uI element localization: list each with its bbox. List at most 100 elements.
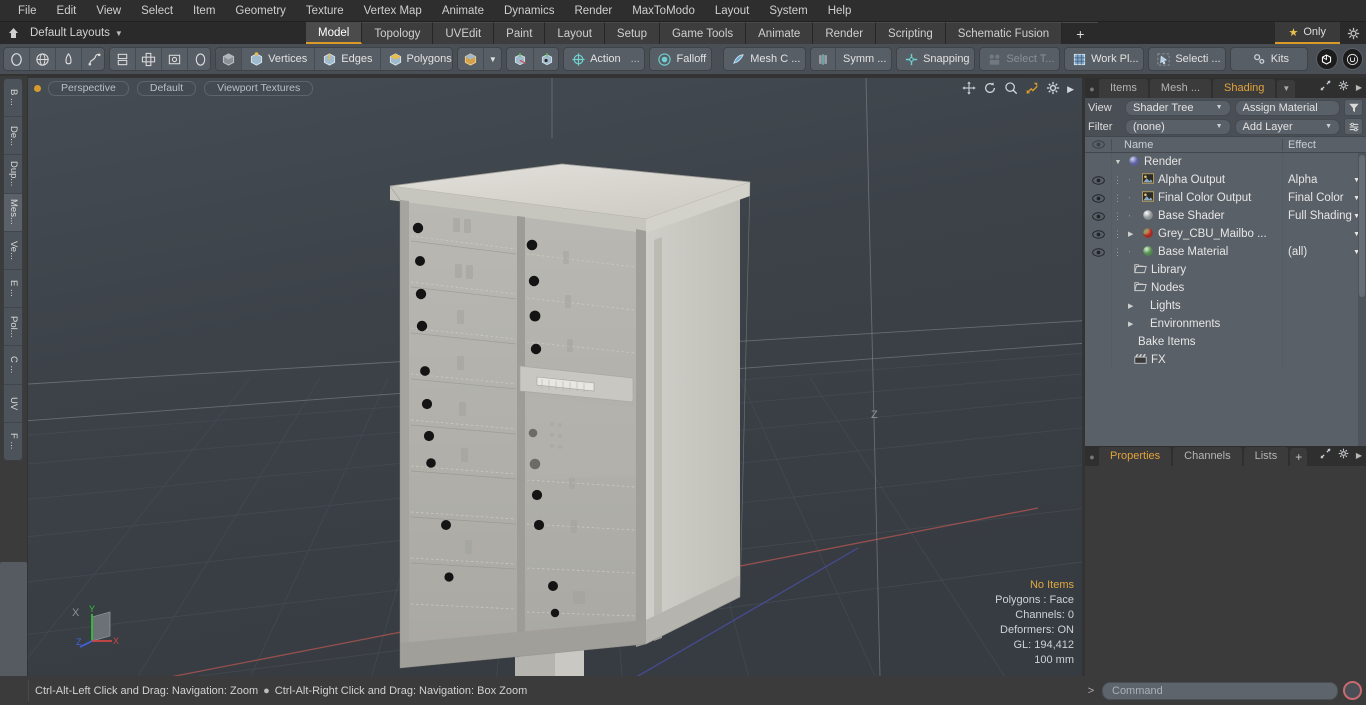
- panel-menu-icon[interactable]: ●: [1085, 80, 1099, 98]
- add-layer-dropdown[interactable]: Add Layer ▼: [1234, 118, 1340, 135]
- menu-item-animate[interactable]: Animate: [432, 1, 494, 21]
- menu-item-layout[interactable]: Layout: [705, 1, 760, 21]
- sidebar-item-curve[interactable]: C ...: [4, 346, 22, 385]
- menu-item-geometry[interactable]: Geometry: [225, 1, 296, 21]
- menu-item-edit[interactable]: Edit: [47, 1, 87, 21]
- chevron-right-icon[interactable]: ▶: [1356, 451, 1362, 460]
- menu-item-dynamics[interactable]: Dynamics: [494, 1, 564, 21]
- tree-row-effect[interactable]: (all) ▼: [1282, 243, 1366, 261]
- 3d-viewport[interactable]: Z X Perspective Default Viewport Texture…: [28, 78, 1082, 676]
- viewport-shading-dropdown[interactable]: Viewport Textures: [204, 80, 314, 96]
- expander-right-icon[interactable]: ▶: [1128, 320, 1138, 328]
- chevron-right-icon[interactable]: ▶: [1067, 84, 1074, 95]
- pen-icon[interactable]: [56, 48, 82, 70]
- tab-uvedit[interactable]: UVEdit: [433, 22, 495, 44]
- edges-mode-button[interactable]: Edges: [315, 48, 381, 70]
- select-through-button[interactable]: Select T...: [980, 48, 1059, 70]
- funnel-icon[interactable]: [1344, 99, 1363, 116]
- menu-item-view[interactable]: View: [86, 1, 131, 21]
- sidebar-item-vertex[interactable]: Ve...: [4, 232, 22, 271]
- menu-item-help[interactable]: Help: [818, 1, 862, 21]
- tab-layout[interactable]: Layout: [545, 22, 605, 44]
- expander-right-icon[interactable]: ▶: [1128, 230, 1138, 238]
- tab-animate[interactable]: Animate: [746, 22, 814, 44]
- add-tab-button[interactable]: +: [1062, 22, 1099, 44]
- visibility-toggle[interactable]: [1085, 247, 1111, 257]
- tab-items[interactable]: Items: [1099, 79, 1148, 98]
- curve-icon[interactable]: [82, 48, 104, 70]
- menu-item-system[interactable]: System: [759, 1, 817, 21]
- tree-row-render[interactable]: ▼ Render: [1085, 153, 1366, 171]
- sidebar-item-duplicate[interactable]: Dup...: [4, 155, 22, 194]
- tree-row-base-material[interactable]: ⋮ ‧ Base Material (all) ▼: [1085, 243, 1366, 261]
- sidebar-item-deform[interactable]: De...: [4, 117, 22, 156]
- home-icon[interactable]: [0, 22, 26, 44]
- visibility-toggle[interactable]: [1085, 193, 1111, 203]
- menu-item-file[interactable]: File: [8, 1, 47, 21]
- tree-row-alpha-output[interactable]: ⋮ ‧ Alpha Output Alpha ▼: [1085, 171, 1366, 189]
- shader-tree[interactable]: ▼ Render ⋮ ‧ Alpha Output Alpha ▼ ⋮ ‧ Fi…: [1085, 153, 1366, 479]
- sliders-icon[interactable]: [1344, 118, 1363, 135]
- menu-item-maxtomodo[interactable]: MaxToModo: [622, 1, 705, 21]
- tree-row-nodes[interactable]: Nodes: [1085, 279, 1366, 297]
- tab-shading[interactable]: Shading: [1213, 79, 1276, 98]
- sidebar-item-polygon[interactable]: Pol...: [4, 308, 22, 347]
- vertices-mode-button[interactable]: Vertices: [242, 48, 316, 70]
- chevron-down-icon[interactable]: ▼: [1277, 80, 1296, 98]
- record-icon[interactable]: [1343, 681, 1362, 700]
- selection-button[interactable]: Selecti ...: [1149, 48, 1225, 70]
- menu-item-vertex-map[interactable]: Vertex Map: [354, 1, 432, 21]
- only-toggle[interactable]: ★ Only: [1274, 22, 1340, 44]
- tab-channels[interactable]: Channels: [1173, 447, 1242, 466]
- symmetry-button[interactable]: Symm ...: [836, 48, 891, 70]
- tree-row-base-shader[interactable]: ⋮ ‧ Base Shader Full Shading ▼: [1085, 207, 1366, 225]
- action-center-button[interactable]: Action ...: [564, 48, 644, 70]
- command-input[interactable]: Command: [1102, 681, 1338, 700]
- tree-row-effect[interactable]: Full Shading ▼: [1282, 207, 1366, 225]
- mirror-icon[interactable]: [110, 48, 137, 70]
- default-layouts-dropdown[interactable]: Default Layouts ▼: [26, 22, 176, 44]
- polygons-mode-button[interactable]: Polygons: [381, 48, 452, 70]
- tab-setup[interactable]: Setup: [604, 22, 660, 44]
- sidebar-item-edge[interactable]: E ...: [4, 270, 22, 309]
- tab-render[interactable]: Render: [813, 22, 877, 44]
- chevron-right-icon[interactable]: ▶: [1356, 83, 1362, 92]
- menu-item-render[interactable]: Render: [564, 1, 622, 21]
- menu-item-select[interactable]: Select: [131, 1, 183, 21]
- align-icon[interactable]: [136, 48, 163, 70]
- kits-button[interactable]: Kits: [1231, 48, 1307, 70]
- sidebar-item-mesh[interactable]: Mes...: [4, 193, 22, 232]
- tree-row-effect[interactable]: ▼: [1282, 225, 1366, 243]
- circle-icon[interactable]: [4, 48, 30, 70]
- menu-item-texture[interactable]: Texture: [296, 1, 354, 21]
- tree-row-bake-items[interactable]: Bake Items: [1085, 333, 1366, 351]
- visibility-toggle[interactable]: [1085, 175, 1111, 185]
- tree-row-lights[interactable]: ▶ Lights: [1085, 297, 1366, 315]
- scrollbar-thumb[interactable]: [1359, 155, 1365, 297]
- tab-model[interactable]: Model: [306, 22, 363, 44]
- workplane-b-icon[interactable]: [534, 48, 559, 70]
- work-plane-button[interactable]: Work Pl...: [1065, 48, 1143, 70]
- chevron-down-icon[interactable]: ▼: [484, 48, 501, 70]
- shader-tree-scrollbar[interactable]: [1358, 153, 1366, 479]
- expander-right-icon[interactable]: ▶: [1128, 302, 1138, 310]
- viewport-preset-dropdown[interactable]: Default: [136, 80, 197, 96]
- fit-icon[interactable]: [1025, 81, 1039, 98]
- view-dropdown[interactable]: Shader Tree ▼: [1125, 99, 1231, 116]
- workplane-a-icon[interactable]: [507, 48, 534, 70]
- symmetry-icon[interactable]: [811, 48, 837, 70]
- sidebar-item-basic[interactable]: B ...: [4, 79, 22, 118]
- tab-schematic-fusion[interactable]: Schematic Fusion: [945, 22, 1063, 44]
- tab-properties[interactable]: Properties: [1099, 447, 1172, 466]
- sidebar-item-uv[interactable]: UV: [4, 385, 22, 423]
- falloff-button[interactable]: Falloff: [650, 48, 711, 70]
- visibility-toggle[interactable]: [1085, 211, 1111, 221]
- rotate-icon[interactable]: [983, 81, 997, 98]
- viewport-mode-dropdown[interactable]: Perspective: [48, 80, 129, 96]
- gear-icon[interactable]: [1046, 81, 1060, 98]
- tree-row-fx[interactable]: FX: [1085, 351, 1366, 369]
- ellipse-icon[interactable]: [188, 48, 210, 70]
- panel-menu-icon[interactable]: ●: [1085, 448, 1099, 466]
- tab-game-tools[interactable]: Game Tools: [659, 22, 747, 44]
- snapping-button[interactable]: Snapping: [897, 48, 974, 70]
